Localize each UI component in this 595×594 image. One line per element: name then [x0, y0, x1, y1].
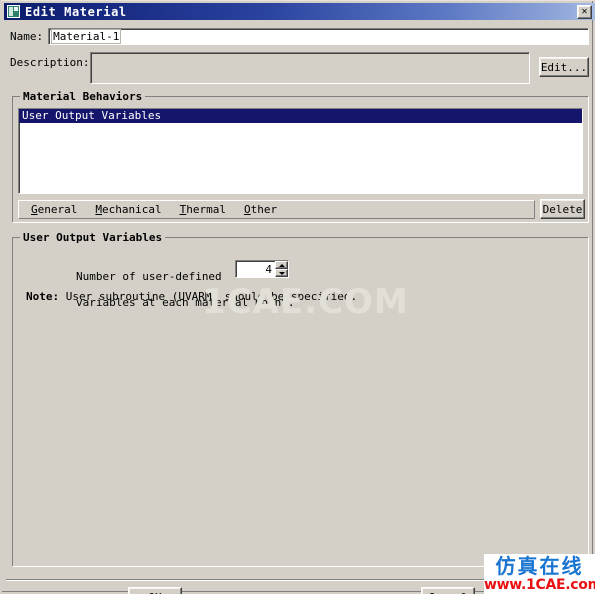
delete-button[interactable]: Delete — [540, 199, 585, 219]
title-bar[interactable]: Edit Material ✕ — [4, 3, 595, 20]
user-output-variables-title: User Output Variables — [20, 231, 166, 244]
window-title: Edit Material — [25, 4, 127, 19]
menu-general-rest: eneral — [37, 203, 78, 216]
material-window-icon — [7, 5, 20, 18]
material-behaviors-title: Material Behaviors — [20, 90, 146, 103]
stepper-arrows — [275, 261, 288, 277]
note-text: User subroutine (UVARM) should be specif… — [59, 290, 358, 303]
menu-mechanical-rest: echanical — [102, 203, 162, 216]
uvarm-note: Note: User subroutine (UVARM) should be … — [26, 290, 357, 303]
material-behaviors-list[interactable]: User Output Variables — [18, 108, 583, 194]
name-row: Name: Material-1 — [10, 28, 589, 45]
name-input[interactable]: Material-1 — [48, 28, 589, 45]
mnemonic-general: G — [31, 203, 38, 216]
menu-item-mechanical[interactable]: Mechanical — [89, 202, 167, 217]
footer-divider — [6, 579, 593, 581]
user-output-variables-group: User Output Variables Number of user-def… — [12, 231, 589, 567]
chevron-down-icon[interactable] — [275, 269, 288, 277]
screenshot-root: Edit Material ✕ Name: Material-1 Descrip… — [0, 0, 595, 594]
description-input[interactable] — [90, 52, 530, 84]
cancel-button[interactable]: Cancel — [421, 587, 475, 594]
name-label: Name: — [10, 30, 44, 43]
chevron-up-icon[interactable] — [275, 261, 288, 269]
menu-other-rest: ther — [250, 203, 278, 216]
variable-count-input[interactable]: 4 — [236, 261, 275, 277]
mnemonic-other: O — [243, 203, 251, 216]
mnemonic-mechanical: M — [95, 203, 102, 216]
variable-count-stepper[interactable]: 4 — [235, 260, 289, 278]
name-input-value: Material-1 — [51, 29, 122, 44]
edit-material-dialog: Edit Material ✕ Name: Material-1 Descrip… — [0, 0, 595, 594]
edit-description-button[interactable]: Edit... — [539, 57, 589, 77]
behavior-menu-bar: General Mechanical Thermal Other — [18, 200, 535, 219]
menu-item-general[interactable]: General — [25, 202, 83, 217]
menu-item-other[interactable]: Other — [238, 202, 283, 217]
note-prefix: Note: — [26, 290, 60, 303]
variable-count-prompt-line1: Number of user-defined — [75, 270, 222, 283]
list-item[interactable]: User Output Variables — [19, 109, 582, 123]
description-label: Description: — [10, 56, 90, 69]
material-behaviors-group: Material Behaviors User Output Variables… — [12, 90, 589, 223]
menu-thermal-rest: hermal — [186, 203, 226, 216]
close-icon[interactable]: ✕ — [577, 4, 592, 19]
menu-item-thermal[interactable]: Thermal — [174, 202, 232, 217]
ok-button[interactable]: OK — [128, 587, 182, 594]
